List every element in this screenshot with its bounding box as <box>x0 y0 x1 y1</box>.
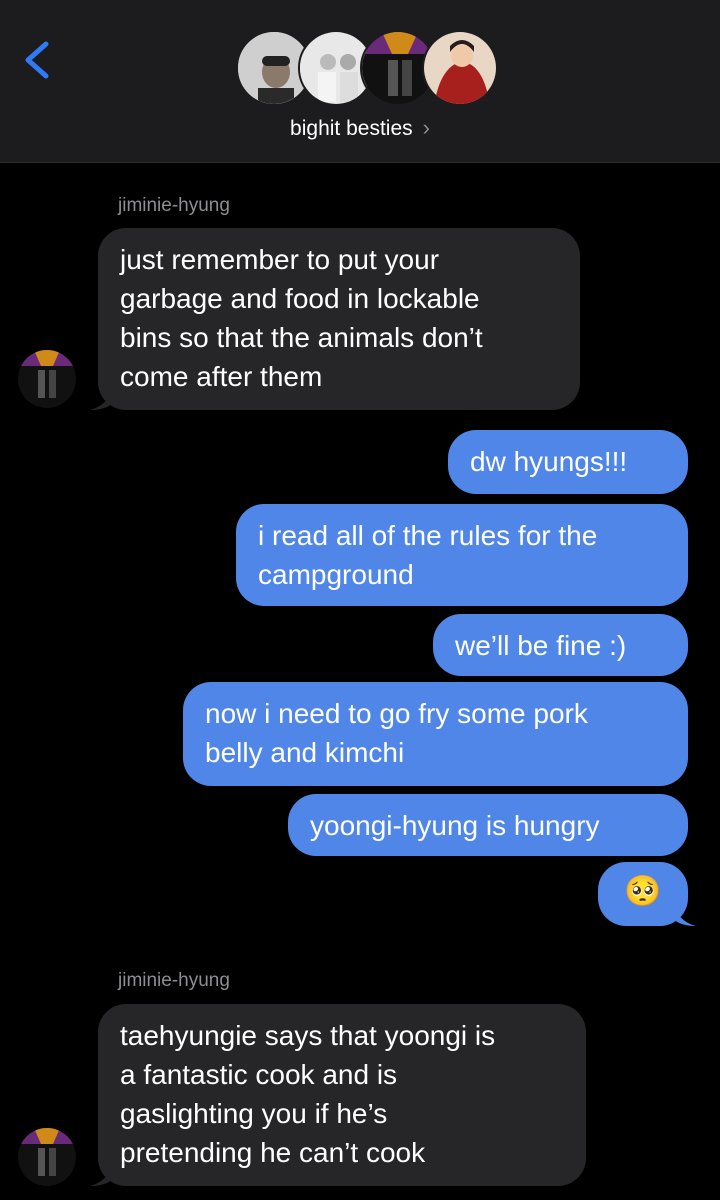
bubble-tail <box>672 904 696 926</box>
bubble-tail <box>90 388 114 410</box>
group-name[interactable]: bighit besties › <box>0 115 720 141</box>
sender-name: jiminie-hyung <box>118 195 230 216</box>
outgoing-message[interactable]: dw hyungs!!! <box>448 430 688 494</box>
avatar[interactable] <box>18 350 76 408</box>
outgoing-message[interactable]: we’ll be fine :) <box>433 614 688 676</box>
back-button[interactable] <box>18 38 62 82</box>
sender-name: jiminie-hyung <box>118 970 230 991</box>
incoming-message[interactable]: taehyungie says that yoongi is a fantast… <box>98 1004 586 1186</box>
chevron-left-icon <box>25 41 49 79</box>
incoming-message[interactable]: just remember to put your garbage and fo… <box>98 228 580 410</box>
outgoing-message[interactable]: now i need to go fry some pork belly and… <box>183 682 688 786</box>
avatar <box>422 30 498 106</box>
group-avatars[interactable] <box>236 30 498 106</box>
outgoing-message[interactable]: yoongi-hyung is hungry <box>288 794 688 856</box>
conversation-header: bighit besties › <box>0 0 720 163</box>
avatar[interactable] <box>18 1128 76 1186</box>
outgoing-message[interactable]: i read all of the rules for the campgrou… <box>236 504 688 606</box>
chevron-right-icon: › <box>422 115 430 140</box>
bubble-tail <box>90 1164 114 1186</box>
group-name-label: bighit besties <box>290 117 413 140</box>
